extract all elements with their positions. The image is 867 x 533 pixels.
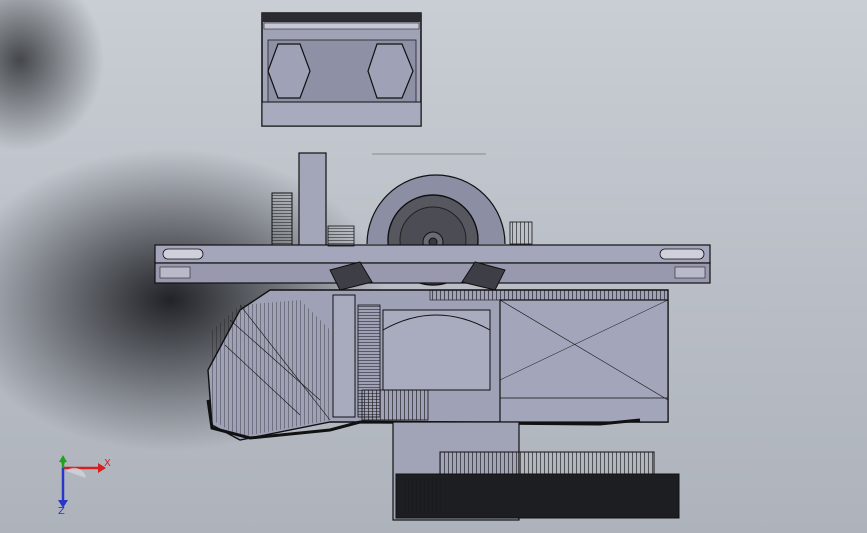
main-housing[interactable]	[206, 289, 669, 441]
top-bracket-part[interactable]	[261, 12, 422, 127]
base-gear-assembly[interactable]	[392, 421, 680, 521]
cad-graphics-viewport[interactable]: X Y Z	[0, 0, 867, 533]
y-axis-label: Y	[59, 460, 67, 471]
z-axis-label: Z	[58, 506, 65, 517]
model-view[interactable]: X Y Z	[0, 0, 867, 533]
x-axis-label: X	[104, 458, 111, 469]
coordinate-triad: X Y Z	[58, 455, 111, 517]
